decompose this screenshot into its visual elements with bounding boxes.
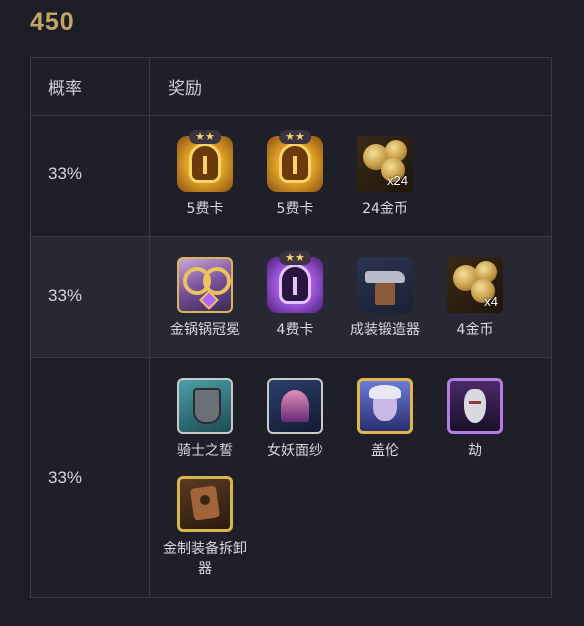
star-rating: ★★ bbox=[279, 251, 311, 265]
probability-value: 33% bbox=[48, 468, 83, 487]
reward-item[interactable]: 金制装备拆卸器 bbox=[160, 476, 250, 579]
table-row: 33% ★★ 5费卡 ★★ 5费卡 x24 24金币 bbox=[31, 116, 551, 237]
probability-value: 33% bbox=[48, 164, 83, 183]
reward-label: 4费卡 bbox=[276, 322, 314, 338]
page-title: 450 bbox=[30, 8, 75, 36]
quantity-badge: x4 bbox=[484, 294, 498, 309]
knight-shield-icon bbox=[177, 378, 233, 434]
reward-item[interactable]: ★★ 5费卡 bbox=[160, 130, 250, 219]
reward-label: 女妖面纱 bbox=[267, 443, 323, 459]
reward-label: 5费卡 bbox=[186, 201, 224, 217]
gold-coins-icon: x4 bbox=[447, 257, 503, 313]
reward-item[interactable]: 金锅锅冠冕 bbox=[160, 257, 250, 340]
column-divider bbox=[149, 237, 150, 357]
gold-coins-icon: x24 bbox=[357, 136, 413, 192]
quantity-badge: x24 bbox=[387, 173, 408, 188]
reward-item[interactable]: 劫 bbox=[430, 378, 520, 461]
header-probability: 概率 bbox=[48, 79, 82, 99]
star-rating: ★★ bbox=[279, 130, 311, 144]
reward-item[interactable]: ★★ 4费卡 bbox=[250, 251, 340, 340]
reward-item[interactable]: 骑士之誓 bbox=[160, 378, 250, 461]
star-rating: ★★ bbox=[189, 130, 221, 144]
probability-value: 33% bbox=[48, 286, 83, 305]
reward-item[interactable]: 成装锻造器 bbox=[340, 257, 430, 340]
reward-item[interactable]: x4 4金币 bbox=[430, 257, 520, 340]
reward-table: 概率 奖励 33% ★★ 5费卡 ★★ 5费卡 x24 24金币 33% 金锅锅… bbox=[30, 57, 552, 598]
banshee-veil-icon bbox=[267, 378, 323, 434]
golden-crown-icon bbox=[177, 257, 233, 313]
gold-helmet-card-icon bbox=[267, 136, 323, 192]
reward-label: 成装锻造器 bbox=[350, 322, 420, 338]
reward-label: 盖伦 bbox=[371, 443, 399, 459]
purple-helmet-card-icon bbox=[267, 257, 323, 313]
reward-label: 24金币 bbox=[362, 201, 408, 217]
reward-label: 劫 bbox=[468, 443, 482, 459]
item-remover-icon bbox=[177, 476, 233, 532]
header-rewards: 奖励 bbox=[168, 79, 202, 99]
reward-label: 4金币 bbox=[456, 322, 494, 338]
gold-helmet-card-icon bbox=[177, 136, 233, 192]
table-row: 33% 金锅锅冠冕 ★★ 4费卡 成装锻造器 x4 4金币 bbox=[31, 237, 551, 358]
table-header-row: 概率 奖励 bbox=[31, 58, 551, 116]
reward-item[interactable]: 女妖面纱 bbox=[250, 378, 340, 461]
reward-label: 5费卡 bbox=[276, 201, 314, 217]
column-divider bbox=[149, 116, 150, 236]
reward-item[interactable]: x24 24金币 bbox=[340, 136, 430, 219]
reward-label: 金制装备拆卸器 bbox=[163, 541, 247, 577]
reward-label: 骑士之誓 bbox=[177, 443, 233, 459]
reward-label: 金锅锅冠冕 bbox=[170, 322, 240, 338]
column-divider bbox=[149, 358, 150, 598]
champion-portrait-icon bbox=[447, 378, 503, 434]
reward-item[interactable]: 盖伦 bbox=[340, 378, 430, 461]
champion-portrait-icon bbox=[357, 378, 413, 434]
anvil-forge-icon bbox=[357, 257, 413, 313]
reward-item[interactable]: ★★ 5费卡 bbox=[250, 130, 340, 219]
table-row: 33% 骑士之誓 女妖面纱 盖伦 劫 金制装备拆卸器 bbox=[31, 358, 551, 598]
column-divider bbox=[149, 58, 150, 115]
